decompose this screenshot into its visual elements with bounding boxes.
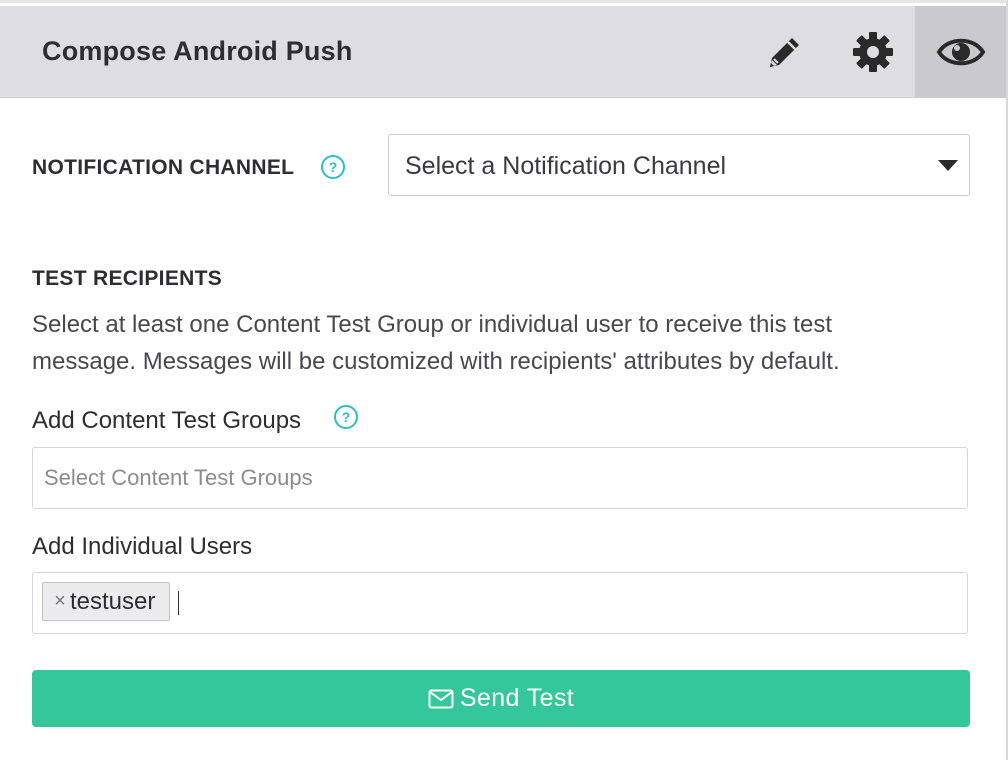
settings-button[interactable] — [828, 6, 918, 98]
test-recipients-description: Select at least one Content Test Group o… — [32, 306, 932, 380]
pencil-icon — [770, 38, 799, 67]
notification-channel-value: Select a Notification Channel — [405, 152, 727, 180]
remove-tag-icon[interactable]: × — [52, 590, 68, 613]
gear-icon — [853, 32, 893, 72]
content-test-groups-input[interactable]: Select Content Test Groups — [32, 447, 968, 509]
page-title: Compose Android Push — [42, 36, 353, 66]
individual-users-input[interactable]: × testuser — [32, 572, 968, 634]
description-line-2: message. Messages will be customized wit… — [32, 348, 840, 375]
send-test-label: Send Test — [459, 684, 575, 712]
envelope-icon — [428, 689, 454, 708]
compose-panel: Compose Android Push NOTIFICATION CHANNE… — [0, 0, 1008, 760]
panel-header: Compose Android Push — [0, 6, 1006, 98]
notification-channel-label: NOTIFICATION CHANNEL — [32, 156, 295, 179]
eye-icon — [936, 38, 985, 66]
send-test-button[interactable]: Send Test — [32, 670, 970, 727]
content-test-groups-label: Add Content Test Groups — [32, 407, 302, 434]
chevron-down-icon — [938, 160, 958, 171]
preview-button[interactable] — [915, 6, 1006, 98]
text-cursor — [178, 591, 179, 615]
user-tag: × testuser — [42, 582, 170, 621]
notification-channel-help-icon[interactable]: ? — [321, 155, 345, 179]
user-tag-label: testuser — [70, 587, 156, 615]
edit-button[interactable] — [740, 6, 830, 98]
test-recipients-heading: TEST RECIPIENTS — [32, 267, 223, 290]
content-test-groups-placeholder: Select Content Test Groups — [44, 465, 313, 490]
description-line-1: Select at least one Content Test Group o… — [32, 311, 832, 338]
individual-users-label: Add Individual Users — [32, 533, 253, 560]
content-test-groups-help-icon[interactable]: ? — [334, 405, 358, 429]
notification-channel-select[interactable]: Select a Notification Channel — [388, 134, 970, 196]
